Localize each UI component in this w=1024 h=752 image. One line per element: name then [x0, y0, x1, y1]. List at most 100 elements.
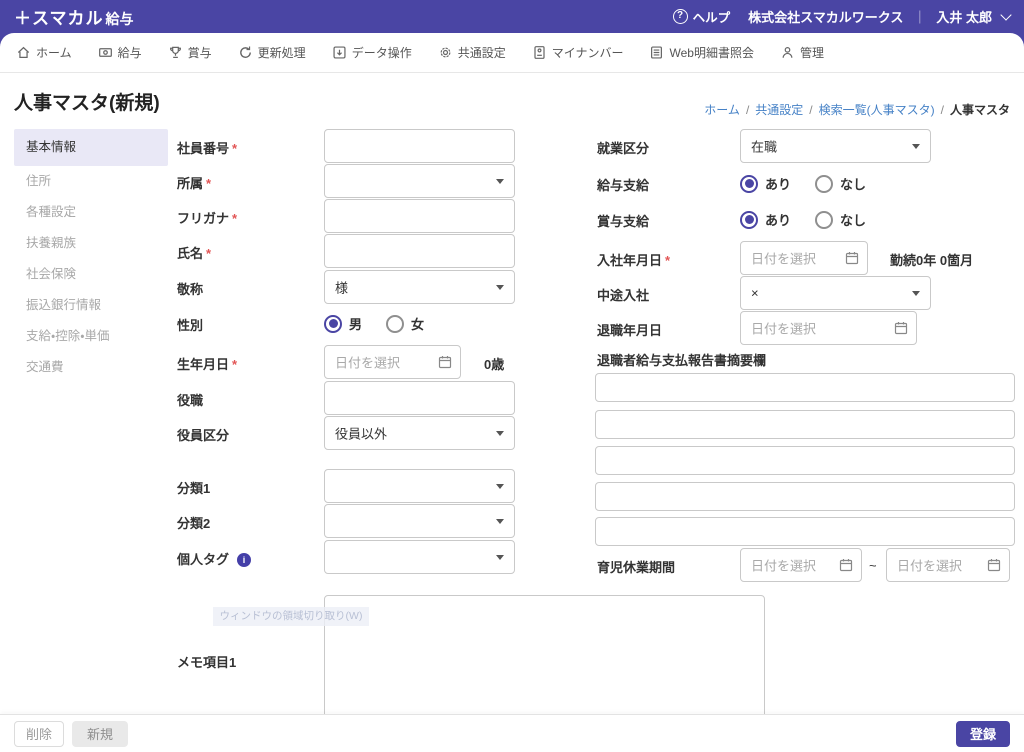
category2-label: 分類2	[177, 516, 211, 531]
name-label: 氏名 *	[177, 246, 212, 261]
name-input[interactable]	[324, 234, 515, 268]
main-nav: ホーム 給与 賞与 更新処理 データ操作 共通設定 マイナンバー Web明細書照…	[0, 33, 1024, 73]
breadcrumb-search-list[interactable]: 検索一覧(人事マスタ)	[819, 101, 935, 118]
employment-status-select[interactable]: 在職	[740, 129, 931, 163]
childcare-leave-end-picker[interactable]: 日付を選択	[886, 548, 1010, 582]
sidebar-item-social-insurance[interactable]: 社会保険	[14, 259, 168, 290]
caret-down-icon	[496, 285, 504, 290]
age-text: 0歳	[484, 357, 505, 372]
bonus-payment-radio-group: あり なし	[740, 210, 866, 229]
department-select[interactable]	[324, 164, 515, 198]
info-icon[interactable]: i	[237, 553, 252, 567]
caret-down-icon	[496, 555, 504, 560]
position-input[interactable]	[324, 381, 515, 415]
nav-item-settings[interactable]: 共通設定	[438, 44, 506, 61]
trophy-icon	[169, 46, 181, 58]
sidebar-item-address[interactable]: 住所	[14, 166, 168, 197]
chevron-down-icon	[1000, 8, 1012, 21]
calendar-icon	[987, 559, 1001, 572]
help-button[interactable]: ? ヘルプ	[672, 7, 731, 26]
retire-report-input-1[interactable]	[595, 373, 1015, 402]
gear-icon	[440, 47, 451, 58]
date-range-tilde: ~	[869, 558, 877, 573]
caret-down-icon	[496, 179, 504, 184]
furigana-label: フリガナ *	[177, 211, 238, 226]
nav-item-payroll[interactable]: 給与	[98, 44, 142, 61]
hr-master-page: ＋スマカル 給与 ? ヘルプ 株式会社スマカルワークス ｜ 入井 太郎 ホーム …	[0, 0, 1024, 752]
mid-career-select[interactable]: ×	[740, 276, 931, 310]
header-divider: ｜	[913, 10, 927, 25]
nav-item-admin[interactable]: 管理	[780, 44, 824, 61]
retire-report-input-4[interactable]	[595, 482, 1015, 511]
retire-date-picker[interactable]: 日付を選択	[740, 311, 917, 345]
hire-date-picker[interactable]: 日付を選択	[740, 241, 868, 275]
birthdate-picker[interactable]: 日付を選択	[324, 345, 461, 379]
memo1-label: メモ項目1	[177, 655, 237, 670]
gender-label: 性別	[177, 318, 204, 333]
help-icon: ?	[672, 9, 688, 24]
calendar-icon	[438, 356, 452, 369]
new-button[interactable]: 新規	[72, 721, 128, 747]
employment-status-label: 就業区分	[597, 141, 650, 156]
sidebar-item-pay-deduction[interactable]: 支給・控除・単価	[14, 321, 168, 352]
personal-tag-select[interactable]	[324, 540, 515, 574]
furigana-input[interactable]	[324, 199, 515, 233]
nav-item-data-ops[interactable]: データ操作	[332, 44, 412, 61]
breadcrumb: ホーム / 共通設定 / 検索一覧(人事マスタ) / 人事マスタ	[704, 101, 1010, 118]
person-icon	[782, 47, 793, 58]
sidebar-item-dependents[interactable]: 扶養親族	[14, 228, 168, 259]
retire-report-input-3[interactable]	[595, 446, 1015, 475]
breadcrumb-home[interactable]: ホーム	[704, 101, 740, 118]
account-menu[interactable]: 株式会社スマカルワークス ｜ 入井 太郎	[748, 7, 1012, 26]
sidebar-item-commute[interactable]: 交通費	[14, 352, 168, 383]
childcare-leave-start-picker[interactable]: 日付を選択	[740, 548, 862, 582]
salary-payment-radio-group: あり なし	[740, 174, 866, 193]
officer-class-select[interactable]: 役員以外	[324, 416, 515, 450]
caret-down-icon	[912, 291, 920, 296]
caret-down-icon	[496, 484, 504, 489]
app-logo[interactable]: ＋スマカル 給与	[14, 4, 134, 29]
retire-report-input-5[interactable]	[595, 517, 1015, 546]
tenure-text: 勤続0年 0箇月	[890, 253, 974, 268]
nav-item-web-statement[interactable]: Web明細書照会	[649, 44, 754, 61]
nav-item-bonus[interactable]: 賞与	[168, 44, 212, 61]
nav-item-home[interactable]: ホーム	[16, 44, 72, 61]
mid-career-label: 中途入社	[597, 288, 650, 303]
bonus-payment-yes-radio[interactable]	[740, 210, 758, 229]
breadcrumb-current: 人事マスタ	[949, 103, 1010, 117]
honorific-select[interactable]: 様	[324, 270, 515, 304]
user-name: 入井 太郎	[936, 10, 992, 25]
bonus-payment-no-radio[interactable]	[815, 210, 834, 229]
employee-no-input[interactable]	[324, 129, 515, 163]
sidebar-item-bank-transfer[interactable]: 振込銀行情報	[14, 290, 168, 321]
help-label: ヘルプ	[692, 11, 731, 25]
breadcrumb-settings[interactable]: 共通設定	[755, 101, 803, 118]
action-bar: 削除 新規 登録	[0, 714, 1024, 752]
nav-item-update[interactable]: 更新処理	[238, 44, 306, 61]
ghost-snip-tooltip: ウィンドウの領域切り取り(W)	[213, 607, 369, 626]
hire-date-label: 入社年月日 *	[597, 253, 671, 268]
banknote-icon	[98, 48, 112, 57]
position-label: 役職	[177, 393, 204, 408]
gender-radio-group: 男 女	[324, 314, 424, 333]
salary-payment-yes-radio[interactable]	[740, 174, 758, 193]
employee-no-label: 社員番号 *	[177, 141, 238, 156]
delete-button[interactable]: 削除	[14, 721, 64, 747]
app-logo-main: ＋スマカル	[14, 9, 104, 28]
sidebar-item-settings[interactable]: 各種設定	[14, 197, 168, 228]
submit-button[interactable]: 登録	[956, 721, 1010, 747]
sidebar-item-basic-info[interactable]: 基本情報	[14, 129, 168, 166]
honorific-label: 敬称	[177, 282, 204, 297]
calendar-icon	[839, 559, 853, 572]
category2-select[interactable]	[324, 504, 515, 538]
bonus-payment-label: 賞与支給	[597, 214, 650, 229]
home-icon	[17, 46, 30, 58]
category1-select[interactable]	[324, 469, 515, 503]
gender-female-radio[interactable]	[386, 314, 405, 333]
gender-male-radio[interactable]	[324, 314, 342, 333]
category1-label: 分類1	[177, 481, 211, 496]
memo1-textarea[interactable]	[324, 595, 765, 725]
retire-report-input-2[interactable]	[595, 410, 1015, 439]
salary-payment-no-radio[interactable]	[815, 174, 834, 193]
nav-item-mynumber[interactable]: マイナンバー	[532, 44, 623, 61]
